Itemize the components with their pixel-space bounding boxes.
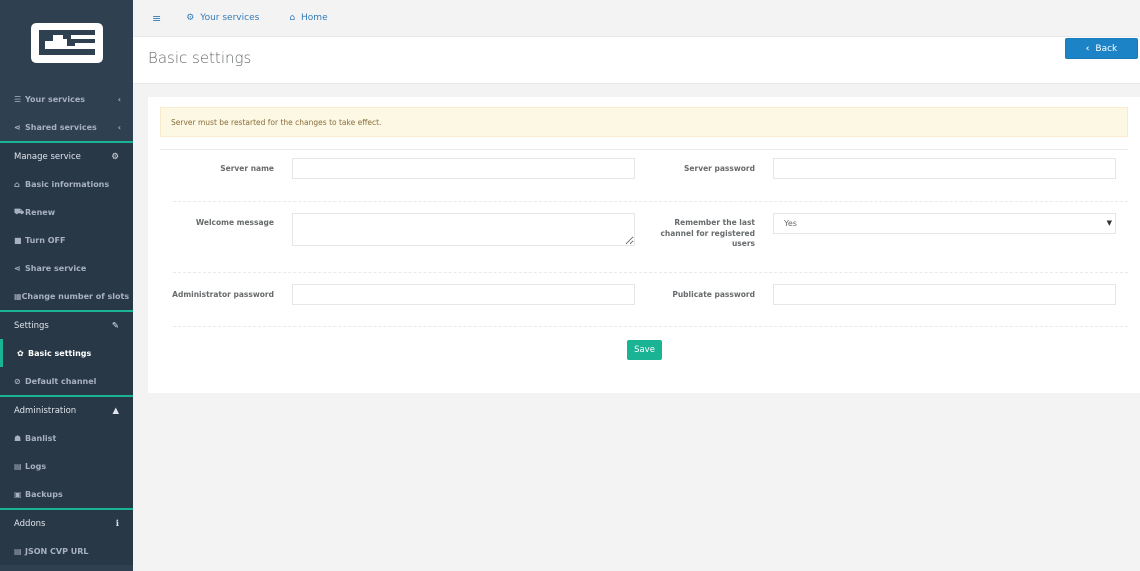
topbar-link-home[interactable]: ⌂ Home [289,13,327,23]
section-title: Addons [14,518,46,529]
sidebar-item-label: Your services [25,94,85,104]
sidebar-item-shared-services[interactable]: ⋖ Shared services ‹ [0,113,133,141]
chevron-left-icon: ‹ [117,122,121,132]
settings-panel: Server must be restarted for the changes… [148,97,1140,393]
circle-check-icon: ⊘ [14,376,21,386]
warning-icon: ▲ [112,405,119,416]
admin-password-label: Administrator password [172,290,274,299]
back-button[interactable]: ‹ Back [1065,38,1138,59]
section-addons[interactable]: Addons ℹ [0,508,133,537]
welcome-message-label: Welcome message [195,218,274,227]
remember-channel-select[interactable]: Yes ▼ [773,213,1116,234]
wrench-icon: ✎ [111,320,119,331]
stop-icon: ■ [14,235,22,245]
sidebar-item-share-service[interactable]: ⋖ Share service [0,254,133,282]
gear-icon: ✿ [17,348,24,358]
server-name-label: Server name [220,164,274,173]
share-icon: ⋖ [14,122,21,132]
sidebar-item-turn-off[interactable]: ■ Turn OFF [0,226,133,254]
restart-alert: Server must be restarted for the changes… [160,107,1128,137]
sidebar-item-label: Turn OFF [25,235,66,245]
file-icon: ▤ [14,461,22,471]
sidebar-item-json-cvp-url[interactable]: ▤ JSON CVP URL [0,537,133,565]
list-icon: ☰ [14,94,22,104]
page-header: Basic settings ‹ Back [133,37,1140,84]
sidebar-item-label: Share service [25,263,87,273]
publicate-password-input[interactable] [773,284,1116,305]
cogs-icon: ⚙ [186,13,195,23]
sidebar-item-label: Change number of slots [21,291,130,301]
divider [173,326,1128,327]
section-title: Manage service [14,151,81,162]
sidebar-item-basic-settings[interactable]: ✿ Basic settings [0,339,133,367]
sidebar-item-logs[interactable]: ▤ Logs [0,452,133,480]
section-manage-service[interactable]: Manage service ⚙ [0,141,133,170]
section-administration[interactable]: Administration ▲ [0,395,133,424]
share-icon: ⋖ [14,263,21,273]
cogs-icon: ⚙ [111,151,119,162]
sidebar-item-change-slots[interactable]: ▦ Change number of slots [0,282,133,310]
save-button[interactable]: Save [627,340,662,360]
back-button-label: Back [1095,43,1118,54]
topbar-link-your-services[interactable]: ⚙ Your services [186,13,259,23]
sidebar-item-label: Shared services [25,122,97,132]
sidebar-item-basic-informations[interactable]: ⌂ Basic informations [0,170,133,198]
home-icon: ⌂ [14,179,20,189]
sidebar-item-banlist[interactable]: ☗ Banlist [0,424,133,452]
sidebar-item-default-channel[interactable]: ⊘ Default channel [0,367,133,395]
sidebar-item-label: Basic settings [28,348,92,358]
divider [160,149,1128,150]
publicate-password-label: Publicate password [672,290,755,299]
chevron-left-icon: ‹ [117,94,121,104]
chevron-left-icon: ‹ [1085,43,1090,54]
server-password-label: Server password [684,164,755,173]
sidebar: ☰ Your services ‹ ⋖ Shared services ‹ Ma… [0,0,133,571]
page-title: Basic settings [148,49,252,67]
select-value: Yes [784,219,797,228]
remember-channel-label: Remember the last channel for registered… [660,218,755,248]
home-icon: ⌂ [289,13,296,23]
user-ban-icon: ☗ [14,433,22,443]
sidebar-item-label: JSON CVP URL [25,546,89,556]
section-settings[interactable]: Settings ✎ [0,310,133,339]
welcome-message-textarea[interactable] [292,213,635,246]
topbar-link-label: Your services [200,13,260,23]
divider [173,201,1128,202]
topbar: ≡ ⚙ Your services ⌂ Home [133,0,1140,37]
section-title: Settings [14,320,49,331]
hamburger-icon[interactable]: ≡ [152,12,161,25]
sidebar-item-label: Default channel [25,376,97,386]
sidebar-item-renew[interactable]: ⛟ Renew [0,198,133,226]
sidebar-item-label: Renew [25,207,56,217]
sidebar-item-label: Banlist [25,433,57,443]
caret-down-icon: ▼ [1106,219,1112,227]
info-icon: ℹ [115,518,119,529]
divider [173,272,1128,273]
brand-logo-icon [30,22,103,63]
sidebar-item-label: Basic informations [25,179,110,189]
sidebar-item-label: Logs [25,461,47,471]
sidebar-item-label: Backups [25,489,63,499]
section-title: Administration [14,405,77,416]
cart-icon: ⛟ [14,207,25,216]
sidebar-item-your-services[interactable]: ☰ Your services ‹ [0,85,133,113]
logo[interactable] [0,0,133,85]
floppy-icon: ▣ [14,489,22,499]
server-name-input[interactable] [292,158,635,179]
file-icon: ▤ [14,546,22,556]
admin-password-input[interactable] [292,284,635,305]
grid-icon: ▦ [14,291,22,301]
topbar-link-label: Home [301,13,328,23]
sidebar-item-backups[interactable]: ▣ Backups [0,480,133,508]
server-password-input[interactable] [773,158,1116,179]
